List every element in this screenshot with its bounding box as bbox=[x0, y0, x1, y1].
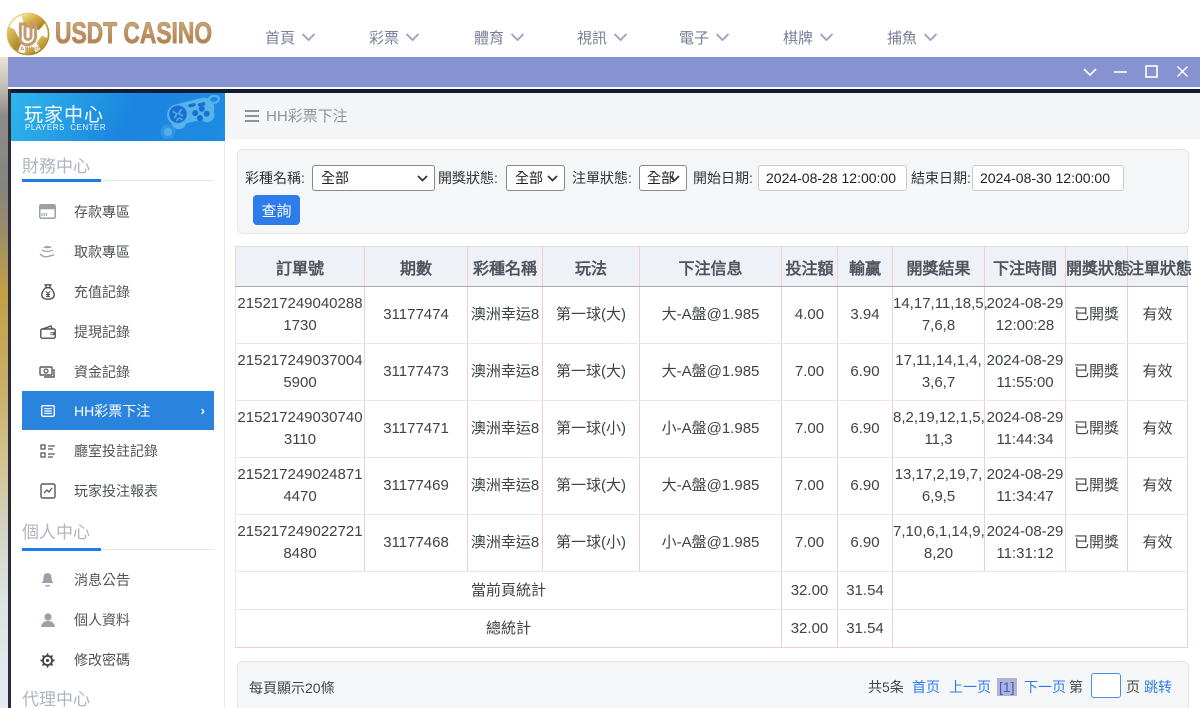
svg-text:CASINO: CASINO bbox=[16, 47, 41, 53]
